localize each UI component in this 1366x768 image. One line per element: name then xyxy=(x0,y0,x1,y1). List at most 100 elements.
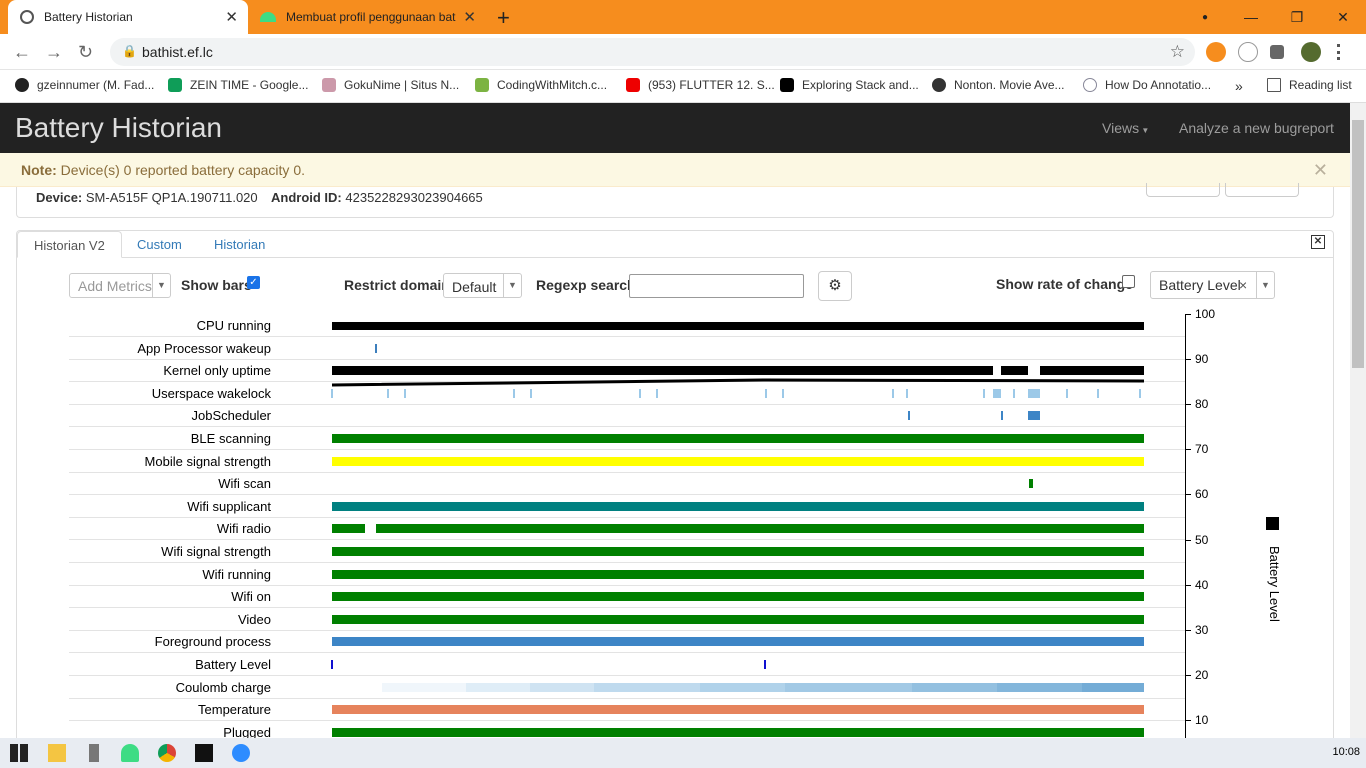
timeline-bar[interactable] xyxy=(387,388,389,398)
timeline-bar[interactable] xyxy=(782,388,784,398)
timeline-bar[interactable] xyxy=(332,366,993,376)
browser-tab-inactive[interactable]: Membuat profil penggunaan bat ✕ xyxy=(250,0,486,34)
chrome-icon[interactable] xyxy=(158,744,176,762)
bookmark-item[interactable]: Exploring Stack and... xyxy=(780,78,919,92)
timeline-bar[interactable] xyxy=(656,388,658,398)
timeline-bar[interactable] xyxy=(331,388,333,398)
bookmark-item[interactable]: Nonton. Movie Ave... xyxy=(932,78,1065,92)
metric-select[interactable]: Battery Level × ▼ xyxy=(1150,271,1275,299)
analyze-link[interactable]: Analyze a new bugreport xyxy=(1179,120,1334,136)
timeline-bar[interactable] xyxy=(376,524,1144,534)
timeline-bar[interactable] xyxy=(513,388,515,398)
more-bookmarks-icon[interactable]: » xyxy=(1235,78,1243,94)
new-tab-icon[interactable]: + xyxy=(497,5,510,31)
bookmark-item[interactable]: CodingWithMitch.c... xyxy=(475,78,607,92)
timeline-bar[interactable] xyxy=(332,524,365,534)
timeline-bar[interactable] xyxy=(332,637,1144,647)
timeline-bar[interactable] xyxy=(1028,388,1040,398)
add-metrics-select[interactable]: Add Metrics ▼ xyxy=(69,273,171,298)
bookmark-item[interactable]: (953) FLUTTER 12. S... xyxy=(626,78,775,92)
timeline-bar[interactable] xyxy=(892,388,894,398)
forward-icon[interactable]: → xyxy=(45,42,63,63)
speaker-icon[interactable] xyxy=(89,744,99,762)
timeline-bar[interactable] xyxy=(912,682,997,692)
timeline-bar[interactable] xyxy=(764,660,766,669)
views-menu[interactable]: Views ▼ xyxy=(1102,120,1149,136)
timeline-bar[interactable] xyxy=(997,682,1082,692)
timeline-bar[interactable] xyxy=(332,569,1144,579)
domain-select[interactable]: Default ▼ xyxy=(443,273,522,298)
timeline-bar[interactable] xyxy=(382,682,466,692)
timeline-bar[interactable] xyxy=(1139,388,1141,398)
close-window-icon[interactable]: ✕ xyxy=(1320,9,1366,26)
avatar[interactable] xyxy=(1301,42,1321,62)
url-text[interactable]: bathist.ef.lc xyxy=(142,44,213,60)
terminal-icon[interactable] xyxy=(195,744,213,762)
file-explorer-icon[interactable] xyxy=(48,744,66,762)
clear-icon[interactable]: × xyxy=(1239,277,1247,293)
scrollbar-thumb[interactable] xyxy=(1352,120,1364,368)
bookmark-item[interactable]: ZEIN TIME - Google... xyxy=(168,78,308,92)
errors-button[interactable] xyxy=(1146,183,1220,197)
timeline-bar[interactable] xyxy=(332,592,1144,602)
show-bars-checkbox[interactable]: ✓ xyxy=(247,276,260,289)
app-brand[interactable]: Battery Historian xyxy=(15,112,222,144)
timeline-bar[interactable] xyxy=(1097,388,1099,398)
timeline-bar[interactable] xyxy=(530,682,594,692)
json-extension-icon[interactable] xyxy=(1238,42,1258,62)
timeline-bar[interactable] xyxy=(1066,388,1068,398)
timeline-bar[interactable] xyxy=(908,411,910,421)
timeline-bar[interactable] xyxy=(1001,366,1028,376)
bookmark-star-icon[interactable]: ☆ xyxy=(1170,42,1185,62)
timeline-bar[interactable] xyxy=(765,388,767,398)
restore-icon[interactable]: ❐ xyxy=(1274,9,1320,26)
minimize-icon[interactable]: — xyxy=(1228,9,1274,25)
timeline-bar[interactable] xyxy=(332,614,1144,624)
timeline-bar[interactable] xyxy=(1001,411,1003,421)
zoom-icon[interactable] xyxy=(232,744,250,762)
bookmark-item[interactable]: GokuNime | Situs N... xyxy=(322,78,459,92)
timeline-bar[interactable] xyxy=(332,547,1144,556)
tab-custom[interactable]: Custom xyxy=(137,237,182,252)
timeline-bar[interactable] xyxy=(332,434,1144,443)
lock-icon[interactable]: 🔒 xyxy=(122,44,137,58)
timeline-bar[interactable] xyxy=(375,343,377,353)
settings-button[interactable]: ⚙ xyxy=(818,271,852,301)
timeline-bar[interactable] xyxy=(404,388,406,398)
back-icon[interactable]: ← xyxy=(13,42,31,63)
timeline-bar[interactable] xyxy=(906,388,908,398)
reload-icon[interactable]: ↻ xyxy=(78,42,93,63)
warnings-button[interactable] xyxy=(1225,183,1299,197)
timeline-bar[interactable] xyxy=(785,682,912,692)
timeline-bar[interactable] xyxy=(594,682,700,692)
timeline-bar[interactable] xyxy=(332,705,1144,715)
close-icon[interactable]: ✕ xyxy=(1313,160,1328,181)
timeline-bar[interactable] xyxy=(700,682,785,692)
tab-historian-v2[interactable]: Historian V2 xyxy=(17,231,122,258)
profile-dropdown-icon[interactable]: ● xyxy=(1182,12,1228,23)
close-tab-icon[interactable]: ✕ xyxy=(225,8,238,26)
timeline-bar[interactable] xyxy=(1028,411,1040,421)
timeline-bar[interactable] xyxy=(1013,388,1015,398)
regexp-search-input[interactable] xyxy=(629,274,804,298)
tab-historian[interactable]: Historian xyxy=(214,237,265,252)
timeline-bar[interactable] xyxy=(1029,479,1033,489)
extension-icon[interactable] xyxy=(1206,42,1226,62)
bookmark-item[interactable]: How Do Annotatio... xyxy=(1083,78,1211,92)
bookmark-item[interactable]: gzeinnumer (M. Fad... xyxy=(15,78,154,92)
browser-tab-active[interactable]: Battery Historian ✕ xyxy=(8,0,248,34)
reading-list[interactable]: Reading list xyxy=(1267,78,1352,92)
windows-start-icon[interactable] xyxy=(10,744,28,762)
timeline-bar[interactable] xyxy=(1040,366,1144,376)
timeline-bar[interactable] xyxy=(639,388,641,398)
android-studio-icon[interactable] xyxy=(121,744,139,762)
close-icon[interactable]: ✕ xyxy=(1311,235,1325,249)
timeline-bar[interactable] xyxy=(332,727,1144,737)
close-tab-icon[interactable]: ✕ xyxy=(463,8,476,26)
timeline-bar[interactable] xyxy=(530,388,532,398)
timeline-bar[interactable] xyxy=(983,388,985,398)
timeline-bar[interactable] xyxy=(993,388,1001,398)
timeline-bar[interactable] xyxy=(332,321,1144,330)
timeline-bar[interactable] xyxy=(1082,682,1144,692)
omnibox[interactable]: 🔒 bathist.ef.lc ☆ xyxy=(110,38,1195,66)
